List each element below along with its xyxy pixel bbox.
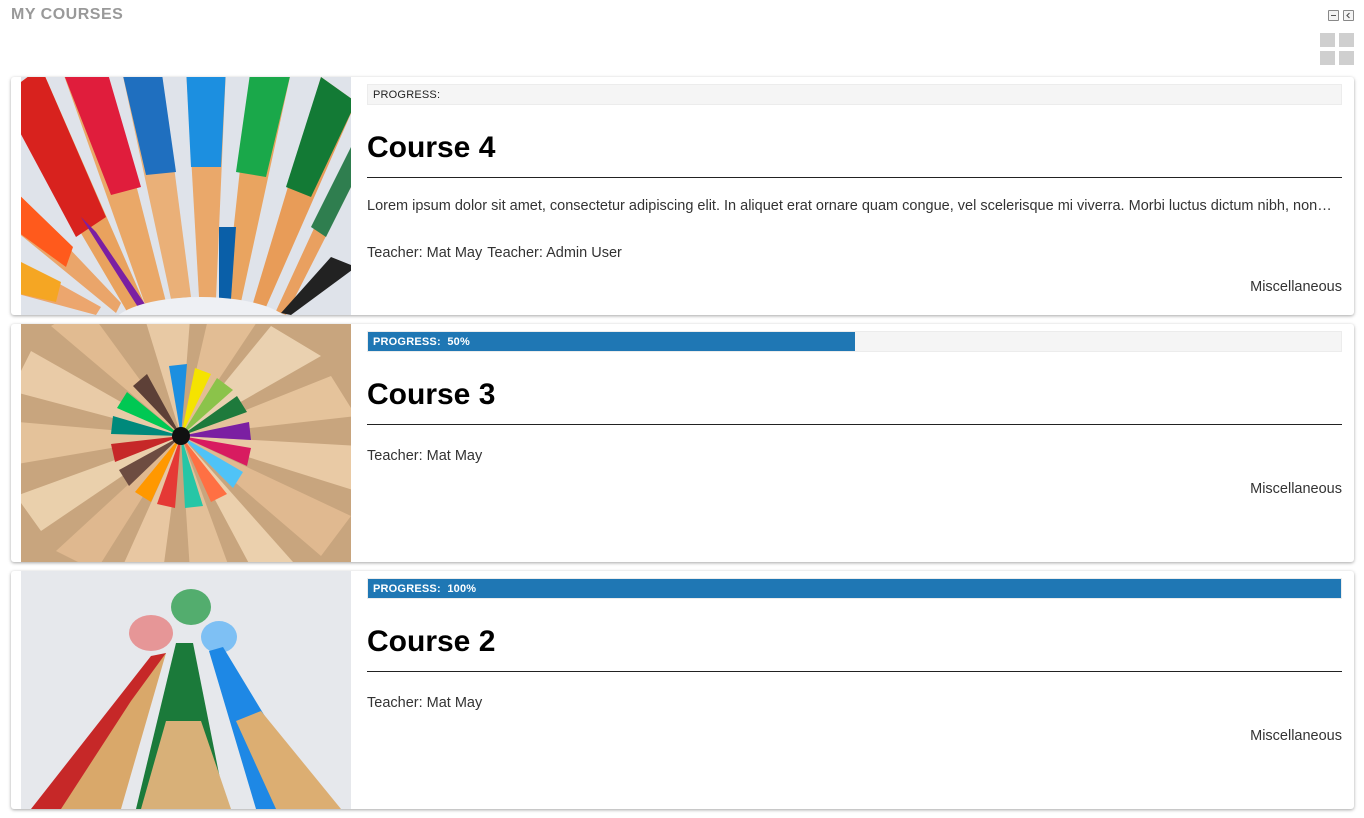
title-divider (367, 671, 1342, 672)
block-title: MY COURSES (11, 6, 124, 23)
course-category[interactable]: Miscellaneous (1250, 481, 1342, 497)
progress-label: PROGRESS: 100% (373, 583, 476, 595)
progress-value: 100% (447, 583, 477, 595)
grid-cell (1339, 33, 1354, 47)
teacher-name[interactable]: Teacher: Mat May (367, 448, 482, 464)
course-summary: Lorem ipsum dolor sit amet, consectetur … (367, 198, 1332, 214)
progress-value: 50% (447, 336, 470, 348)
progress-text: PROGRESS: (373, 89, 441, 101)
course-category[interactable]: Miscellaneous (1250, 279, 1342, 295)
teacher-name[interactable]: Teacher: Mat May (367, 695, 482, 711)
block-header: MY COURSES (0, 0, 1364, 70)
title-divider (367, 424, 1342, 425)
course-title[interactable]: Course 3 (367, 378, 495, 412)
course-image[interactable] (21, 571, 351, 809)
grid-cell (1320, 51, 1335, 65)
course-image[interactable] (21, 324, 351, 562)
course-list: PROGRESS: Course 4 Lorem ipsum dolor sit… (11, 77, 1354, 818)
progress-bar: PROGRESS: 50% (367, 331, 1342, 352)
course-title[interactable]: Course 4 (367, 131, 495, 165)
course-teachers: Teacher: Mat May (367, 695, 487, 711)
progress-text: PROGRESS: (373, 583, 441, 595)
course-card[interactable]: PROGRESS: 50% Course 3 Teacher: Mat May … (11, 324, 1354, 562)
course-category[interactable]: Miscellaneous (1250, 728, 1342, 744)
grid-view-icon[interactable] (1320, 33, 1354, 65)
teacher-name[interactable]: Teacher: Mat May (367, 245, 482, 261)
progress-label: PROGRESS: 50% (373, 336, 470, 348)
progress-fill (368, 579, 1341, 598)
course-card[interactable]: PROGRESS: Course 4 Lorem ipsum dolor sit… (11, 77, 1354, 315)
dock-icon[interactable] (1343, 10, 1354, 21)
block-controls (1328, 10, 1354, 21)
teacher-name[interactable]: Teacher: Admin User (487, 245, 622, 261)
progress-bar: PROGRESS: (367, 84, 1342, 105)
course-teachers: Teacher: Mat May (367, 448, 487, 464)
progress-bar: PROGRESS: 100% (367, 578, 1342, 599)
course-card[interactable]: PROGRESS: 100% Course 2 Teacher: Mat May… (11, 571, 1354, 809)
course-body: PROGRESS: Course 4 Lorem ipsum dolor sit… (367, 77, 1342, 315)
progress-text: PROGRESS: (373, 336, 441, 348)
course-image[interactable] (21, 77, 351, 315)
title-divider (367, 177, 1342, 178)
course-body: PROGRESS: 100% Course 2 Teacher: Mat May… (367, 571, 1342, 809)
progress-label: PROGRESS: (373, 89, 440, 101)
grid-cell (1320, 33, 1335, 47)
grid-cell (1339, 51, 1354, 65)
course-title[interactable]: Course 2 (367, 625, 495, 659)
course-teachers: Teacher: Mat May Teacher: Admin User (367, 245, 627, 261)
minimize-icon[interactable] (1328, 10, 1339, 21)
course-body: PROGRESS: 50% Course 3 Teacher: Mat May … (367, 324, 1342, 562)
